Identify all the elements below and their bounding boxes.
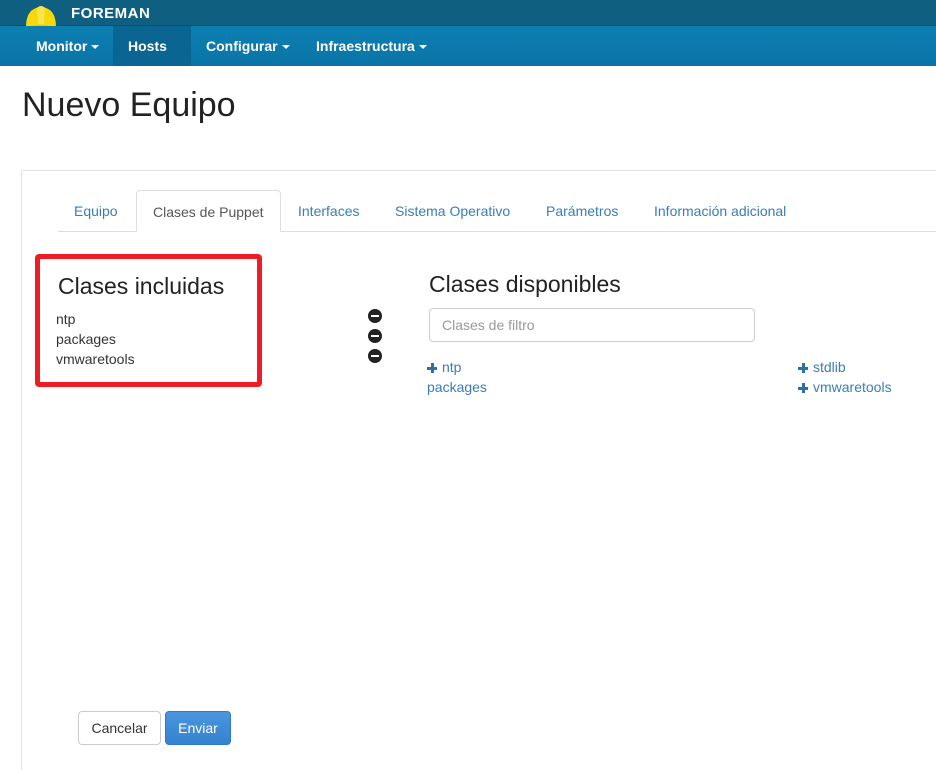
available-class-label: vmwaretools: [813, 379, 892, 395]
nav-hosts-label: Hosts: [128, 38, 167, 54]
submit-button[interactable]: Enviar: [165, 711, 231, 745]
nav-configurar-label: Configurar: [206, 38, 278, 54]
tab-parametros[interactable]: Parámetros: [530, 190, 634, 232]
remove-class-ntp-icon[interactable]: [368, 309, 382, 323]
cancel-button[interactable]: Cancelar: [78, 711, 161, 745]
main-navbar: Monitor Hosts Configurar Infraestructura: [0, 26, 936, 90]
brand-bar: FOREMAN: [0, 0, 936, 32]
caret-down-icon: [91, 45, 100, 50]
nav-infraestructura-label: Infraestructura: [316, 38, 415, 54]
tab-informacion-adicional[interactable]: Información adicional: [638, 190, 802, 232]
included-classes-box: Clases incluidas ntp packages vmwaretool…: [35, 254, 262, 387]
nav-infraestructura[interactable]: Infraestructura: [301, 26, 442, 66]
remove-class-vmwaretools-icon[interactable]: [368, 349, 382, 363]
available-class-stdlib[interactable]: stdlib: [798, 359, 846, 375]
available-class-packages[interactable]: packages: [427, 379, 487, 395]
included-classes-title: Clases incluidas: [58, 273, 225, 299]
tab-equipo[interactable]: Equipo: [58, 190, 134, 232]
tab-sistema-operativo[interactable]: Sistema Operativo: [379, 190, 526, 232]
nav-hosts[interactable]: Hosts: [113, 26, 191, 90]
nav-monitor-label: Monitor: [36, 38, 88, 54]
page-title: Nuevo Equipo: [22, 86, 236, 124]
available-class-label: ntp: [442, 359, 462, 375]
tab-interfaces[interactable]: Interfaces: [282, 190, 375, 232]
available-class-vmwaretools[interactable]: vmwaretools: [798, 379, 892, 395]
available-classes-title: Clases disponibles: [429, 271, 621, 297]
caret-down-icon: [281, 45, 290, 50]
brand-name[interactable]: FOREMAN: [71, 5, 150, 22]
included-class-item: packages: [56, 331, 116, 347]
plus-icon: [798, 363, 808, 373]
nav-monitor[interactable]: Monitor: [21, 26, 114, 66]
nav-configurar[interactable]: Configurar: [191, 26, 305, 66]
included-class-item: ntp: [56, 311, 76, 327]
plus-icon: [427, 363, 437, 373]
caret-down-icon: [418, 45, 427, 50]
available-class-label: packages: [427, 379, 487, 395]
class-filter-input[interactable]: [429, 308, 755, 342]
plus-icon: [798, 383, 808, 393]
tab-bar: Equipo Clases de Puppet Interfaces Siste…: [58, 190, 936, 232]
included-class-item: vmwaretools: [56, 351, 135, 367]
tab-clases-de-puppet[interactable]: Clases de Puppet: [136, 190, 281, 232]
available-class-ntp[interactable]: ntp: [427, 359, 461, 375]
available-class-label: stdlib: [813, 359, 846, 375]
remove-class-packages-icon[interactable]: [368, 329, 382, 343]
